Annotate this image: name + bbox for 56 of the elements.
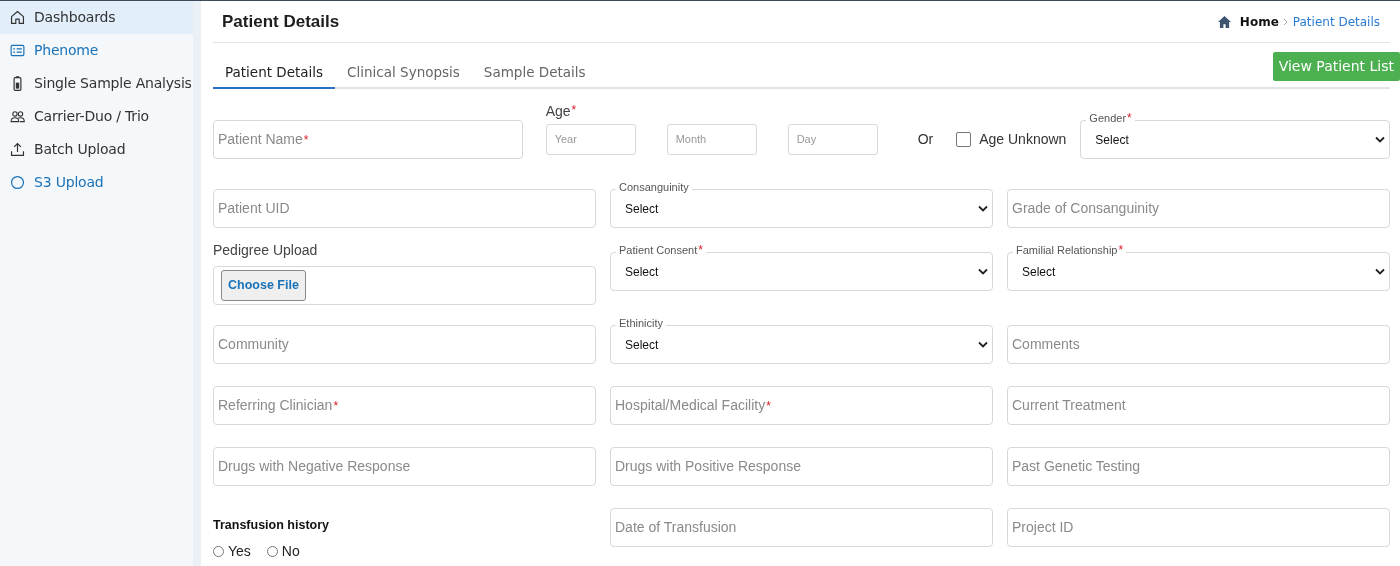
input-field[interactable]: Grade of Consanguinity — [1007, 189, 1390, 228]
tab[interactable]: Clinical Synopsis — [335, 56, 472, 89]
or-label: Or — [917, 130, 934, 149]
breadcrumb-link[interactable]: Home — [1239, 12, 1279, 31]
chevron-icon — [978, 341, 988, 348]
field-label: Age* — [545, 102, 578, 121]
file-field[interactable]: Choose File — [213, 266, 596, 305]
sidebar-item[interactable]: Single Sample Analysis — [0, 67, 193, 100]
input-field[interactable]: Date of Transfusion — [610, 508, 993, 547]
home-icon — [1217, 15, 1231, 28]
field-label: Pedigree Upload — [213, 241, 319, 260]
field-label: Gender* — [1086, 111, 1135, 125]
radio-label: Yes — [228, 541, 251, 561]
input-field[interactable]: Drugs with Positive Response — [610, 447, 993, 486]
chevron-icon — [1282, 17, 1289, 26]
page-title: Patient Details — [222, 10, 340, 33]
chevron-icon — [1375, 268, 1385, 275]
circle-icon — [9, 174, 26, 191]
tab[interactable]: Patient Details — [213, 56, 336, 89]
input-field[interactable]: Comments — [1007, 325, 1390, 364]
input-field[interactable]: Hospital/Medical Facility* — [610, 386, 993, 425]
checkbox-label: Age Unknown — [979, 130, 1067, 149]
field-label: Patient Consent* — [616, 243, 706, 257]
input-field[interactable]: Drugs with Negative Response — [213, 447, 596, 486]
field-label: Transfusion history — [213, 517, 330, 534]
choose-file-button[interactable]: Choose File — [221, 270, 306, 301]
chevron-icon — [1375, 136, 1385, 143]
people-icon — [9, 108, 26, 125]
tab[interactable]: Sample Details — [471, 56, 598, 89]
breadcrumb-link[interactable]: Patient Details — [1292, 12, 1380, 31]
list-icon — [9, 42, 26, 59]
sidebar-item[interactable]: Carrier-Duo / Trio — [0, 100, 193, 133]
input-field[interactable]: Month — [666, 124, 757, 155]
sidebar-item[interactable]: S3 Upload — [0, 166, 193, 199]
input-field[interactable]: Community — [213, 325, 596, 364]
input-field[interactable]: Patient UID — [213, 189, 596, 228]
input-field[interactable]: Year — [545, 124, 636, 155]
field-label: Ethinicity — [616, 316, 667, 330]
upload-icon — [9, 141, 26, 158]
input-field[interactable]: Patient Name* — [213, 120, 523, 159]
input-field[interactable]: Day — [787, 124, 878, 155]
input-field[interactable]: Referring Clinician* — [213, 386, 596, 425]
checkbox[interactable] — [956, 132, 972, 147]
radio-label: No — [281, 541, 300, 561]
input-field[interactable]: Current Treatment — [1007, 386, 1390, 425]
input-field[interactable]: Project ID — [1007, 508, 1390, 547]
view-patient-list-button[interactable]: View Patient List — [1272, 52, 1400, 81]
home-icon — [9, 9, 26, 26]
sidebar-item[interactable]: Dashboards — [0, 1, 193, 34]
chevron-icon — [978, 268, 988, 275]
input-field[interactable]: Past Genetic Testing — [1007, 447, 1390, 486]
field-label: Familial Relationship* — [1013, 243, 1127, 257]
sidebar-item[interactable]: Batch Upload — [0, 133, 193, 166]
field-label: Consanguinity — [616, 180, 692, 194]
sidebar-item[interactable]: Phenome — [0, 34, 193, 67]
chevron-icon — [978, 205, 988, 212]
